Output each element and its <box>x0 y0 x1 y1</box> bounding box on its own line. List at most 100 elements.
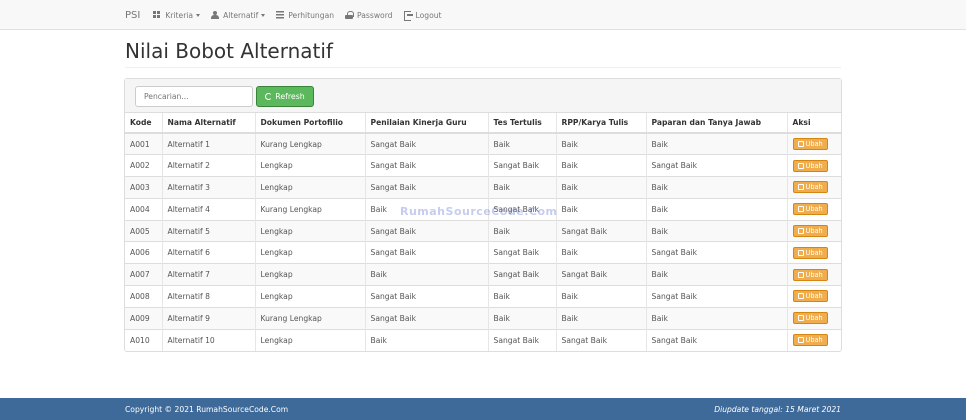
table-cell: Baik <box>645 197 787 221</box>
edit-label: Ubah <box>805 161 823 170</box>
edit-button[interactable]: Ubah <box>792 290 828 303</box>
table-cell: Sangat Baik <box>364 306 488 330</box>
table-cell: A007 <box>125 263 162 286</box>
table-cell: Kurang Lengkap <box>254 306 365 330</box>
logout-icon <box>403 11 413 21</box>
table-cell-action: Ubah <box>786 306 841 330</box>
navbar-brand[interactable]: PSI <box>125 10 140 21</box>
table-row: A009 Alternatif 9 Kurang Lengkap Sangat Bai… <box>125 306 841 330</box>
table-cell: Alternatif 4 <box>161 197 255 221</box>
edit-label: Ubah <box>805 248 823 257</box>
table-cell: Baik <box>555 306 646 330</box>
table-row: A006 Alternatif 6 Lengkap Sangat Baik Sangat… <box>125 241 841 264</box>
table-cell: Baik <box>645 132 787 155</box>
edit-icon <box>797 293 804 300</box>
table-cell: Sangat Baik <box>487 241 556 264</box>
table-cell: Baik <box>555 176 646 199</box>
table-cell: Sangat Baik <box>487 328 556 351</box>
grid-icon <box>153 11 163 19</box>
edit-label: Ubah <box>805 205 823 214</box>
table-cell: Sangat Baik <box>364 219 488 242</box>
edit-button[interactable]: Ubah <box>792 225 828 238</box>
table-cell: Lengkap <box>254 154 365 177</box>
nav-item-label: Perhitungan <box>288 10 335 20</box>
panel-toolbar: Refresh <box>125 79 841 113</box>
edit-button[interactable]: Ubah <box>792 268 828 281</box>
table-cell: Sangat Baik <box>645 328 787 351</box>
table-cell-action: Ubah <box>786 197 841 221</box>
nav-item-password[interactable]: Password <box>345 10 393 20</box>
edit-button[interactable]: Ubah <box>792 138 828 151</box>
table-cell-action: Ubah <box>786 154 841 177</box>
edit-label: Ubah <box>805 314 823 323</box>
edit-icon <box>797 337 804 344</box>
nav-item-logout[interactable]: Logout <box>403 11 442 21</box>
edit-button[interactable]: Ubah <box>792 246 828 259</box>
table-cell: Baik <box>555 154 646 177</box>
table-cell: Baik <box>555 241 646 264</box>
table-cell: Lengkap <box>254 176 365 199</box>
table-cell: Sangat Baik <box>364 154 488 177</box>
table-cell: Lengkap <box>254 285 365 308</box>
table-cell: Lengkap <box>254 263 365 286</box>
nav-item-alternatif[interactable]: Alternatif <box>211 10 266 20</box>
edit-button[interactable]: Ubah <box>792 334 828 347</box>
nav-item-label: Password <box>357 10 393 20</box>
nav-item-label: Alternatif <box>223 10 259 20</box>
table-row: A004 Alternatif 4 Kurang Lengkap Baik Sangat… <box>125 197 841 221</box>
table-row: A002 Alternatif 2 Lengkap Sangat Baik Sangat… <box>125 154 841 177</box>
search-input[interactable] <box>135 86 253 107</box>
table-cell: Sangat Baik <box>364 132 488 155</box>
table-cell: Lengkap <box>254 241 365 264</box>
table-cell: Baik <box>555 285 646 308</box>
table-cell-action: Ubah <box>786 328 841 351</box>
table-cell: Alternatif 8 <box>161 285 255 308</box>
table-cell: Sangat Baik <box>487 154 556 177</box>
table-cell: A003 <box>125 176 162 199</box>
column-header[interactable]: Paparan dan Tanya Jawab <box>645 113 787 134</box>
table-cell: Baik <box>487 132 556 155</box>
table-cell: Alternatif 9 <box>161 306 255 330</box>
table-cell: A001 <box>125 132 162 155</box>
caret-down-icon <box>261 13 266 17</box>
footer: Copyright © 2021 RumahSourceCode.Com Diu… <box>0 398 966 420</box>
table-cell: Sangat Baik <box>364 176 488 199</box>
refresh-button[interactable]: Refresh <box>256 86 314 107</box>
column-header[interactable]: Dokumen Portofilio <box>254 113 365 134</box>
table-cell: Sangat Baik <box>645 154 787 177</box>
column-header[interactable]: Penilaian Kinerja Guru <box>364 113 488 134</box>
edit-button[interactable]: Ubah <box>792 181 828 194</box>
table-cell: Sangat Baik <box>555 328 646 351</box>
table-cell: A006 <box>125 241 162 264</box>
table-cell: Alternatif 6 <box>161 241 255 264</box>
table-cell-action: Ubah <box>786 219 841 242</box>
table-cell: A010 <box>125 328 162 351</box>
edit-button[interactable]: Ubah <box>792 312 828 325</box>
table-cell-action: Ubah <box>786 176 841 199</box>
column-header[interactable]: Nama Alternatif <box>161 113 255 134</box>
table-cell: Kurang Lengkap <box>254 132 365 155</box>
nav-item-perhitungan[interactable]: Perhitungan <box>276 11 334 20</box>
column-header[interactable]: RPP/Karya Tulis <box>555 113 646 134</box>
table-cell-action: Ubah <box>786 263 841 286</box>
edit-button[interactable]: Ubah <box>792 159 828 172</box>
table-cell: Baik <box>645 219 787 242</box>
edit-button[interactable]: Ubah <box>792 203 828 216</box>
nav-item-kriteria[interactable]: Kriteria <box>153 11 201 20</box>
table-header-row: Kode Nama Alternatif Dokumen Portofilio … <box>125 113 841 134</box>
footer-copyright: Copyright © 2021 RumahSourceCode.Com <box>125 405 289 414</box>
table-cell: Baik <box>364 263 488 286</box>
table-cell: Baik <box>487 306 556 330</box>
edit-icon <box>797 141 804 148</box>
table-cell: Baik <box>487 219 556 242</box>
edit-label: Ubah <box>805 183 823 192</box>
table-cell: Alternatif 3 <box>161 176 255 199</box>
caret-down-icon <box>196 13 201 17</box>
column-header[interactable]: Tes Tertulis <box>487 113 556 134</box>
table-row: A005 Alternatif 5 Lengkap Sangat Baik Baik Sa… <box>125 219 841 242</box>
table-cell: Sangat Baik <box>555 219 646 242</box>
edit-icon <box>797 162 804 169</box>
table-row: A003 Alternatif 3 Lengkap Sangat Baik Baik Ba… <box>125 176 841 199</box>
edit-icon <box>797 271 804 278</box>
column-header[interactable]: Kode <box>125 113 162 134</box>
